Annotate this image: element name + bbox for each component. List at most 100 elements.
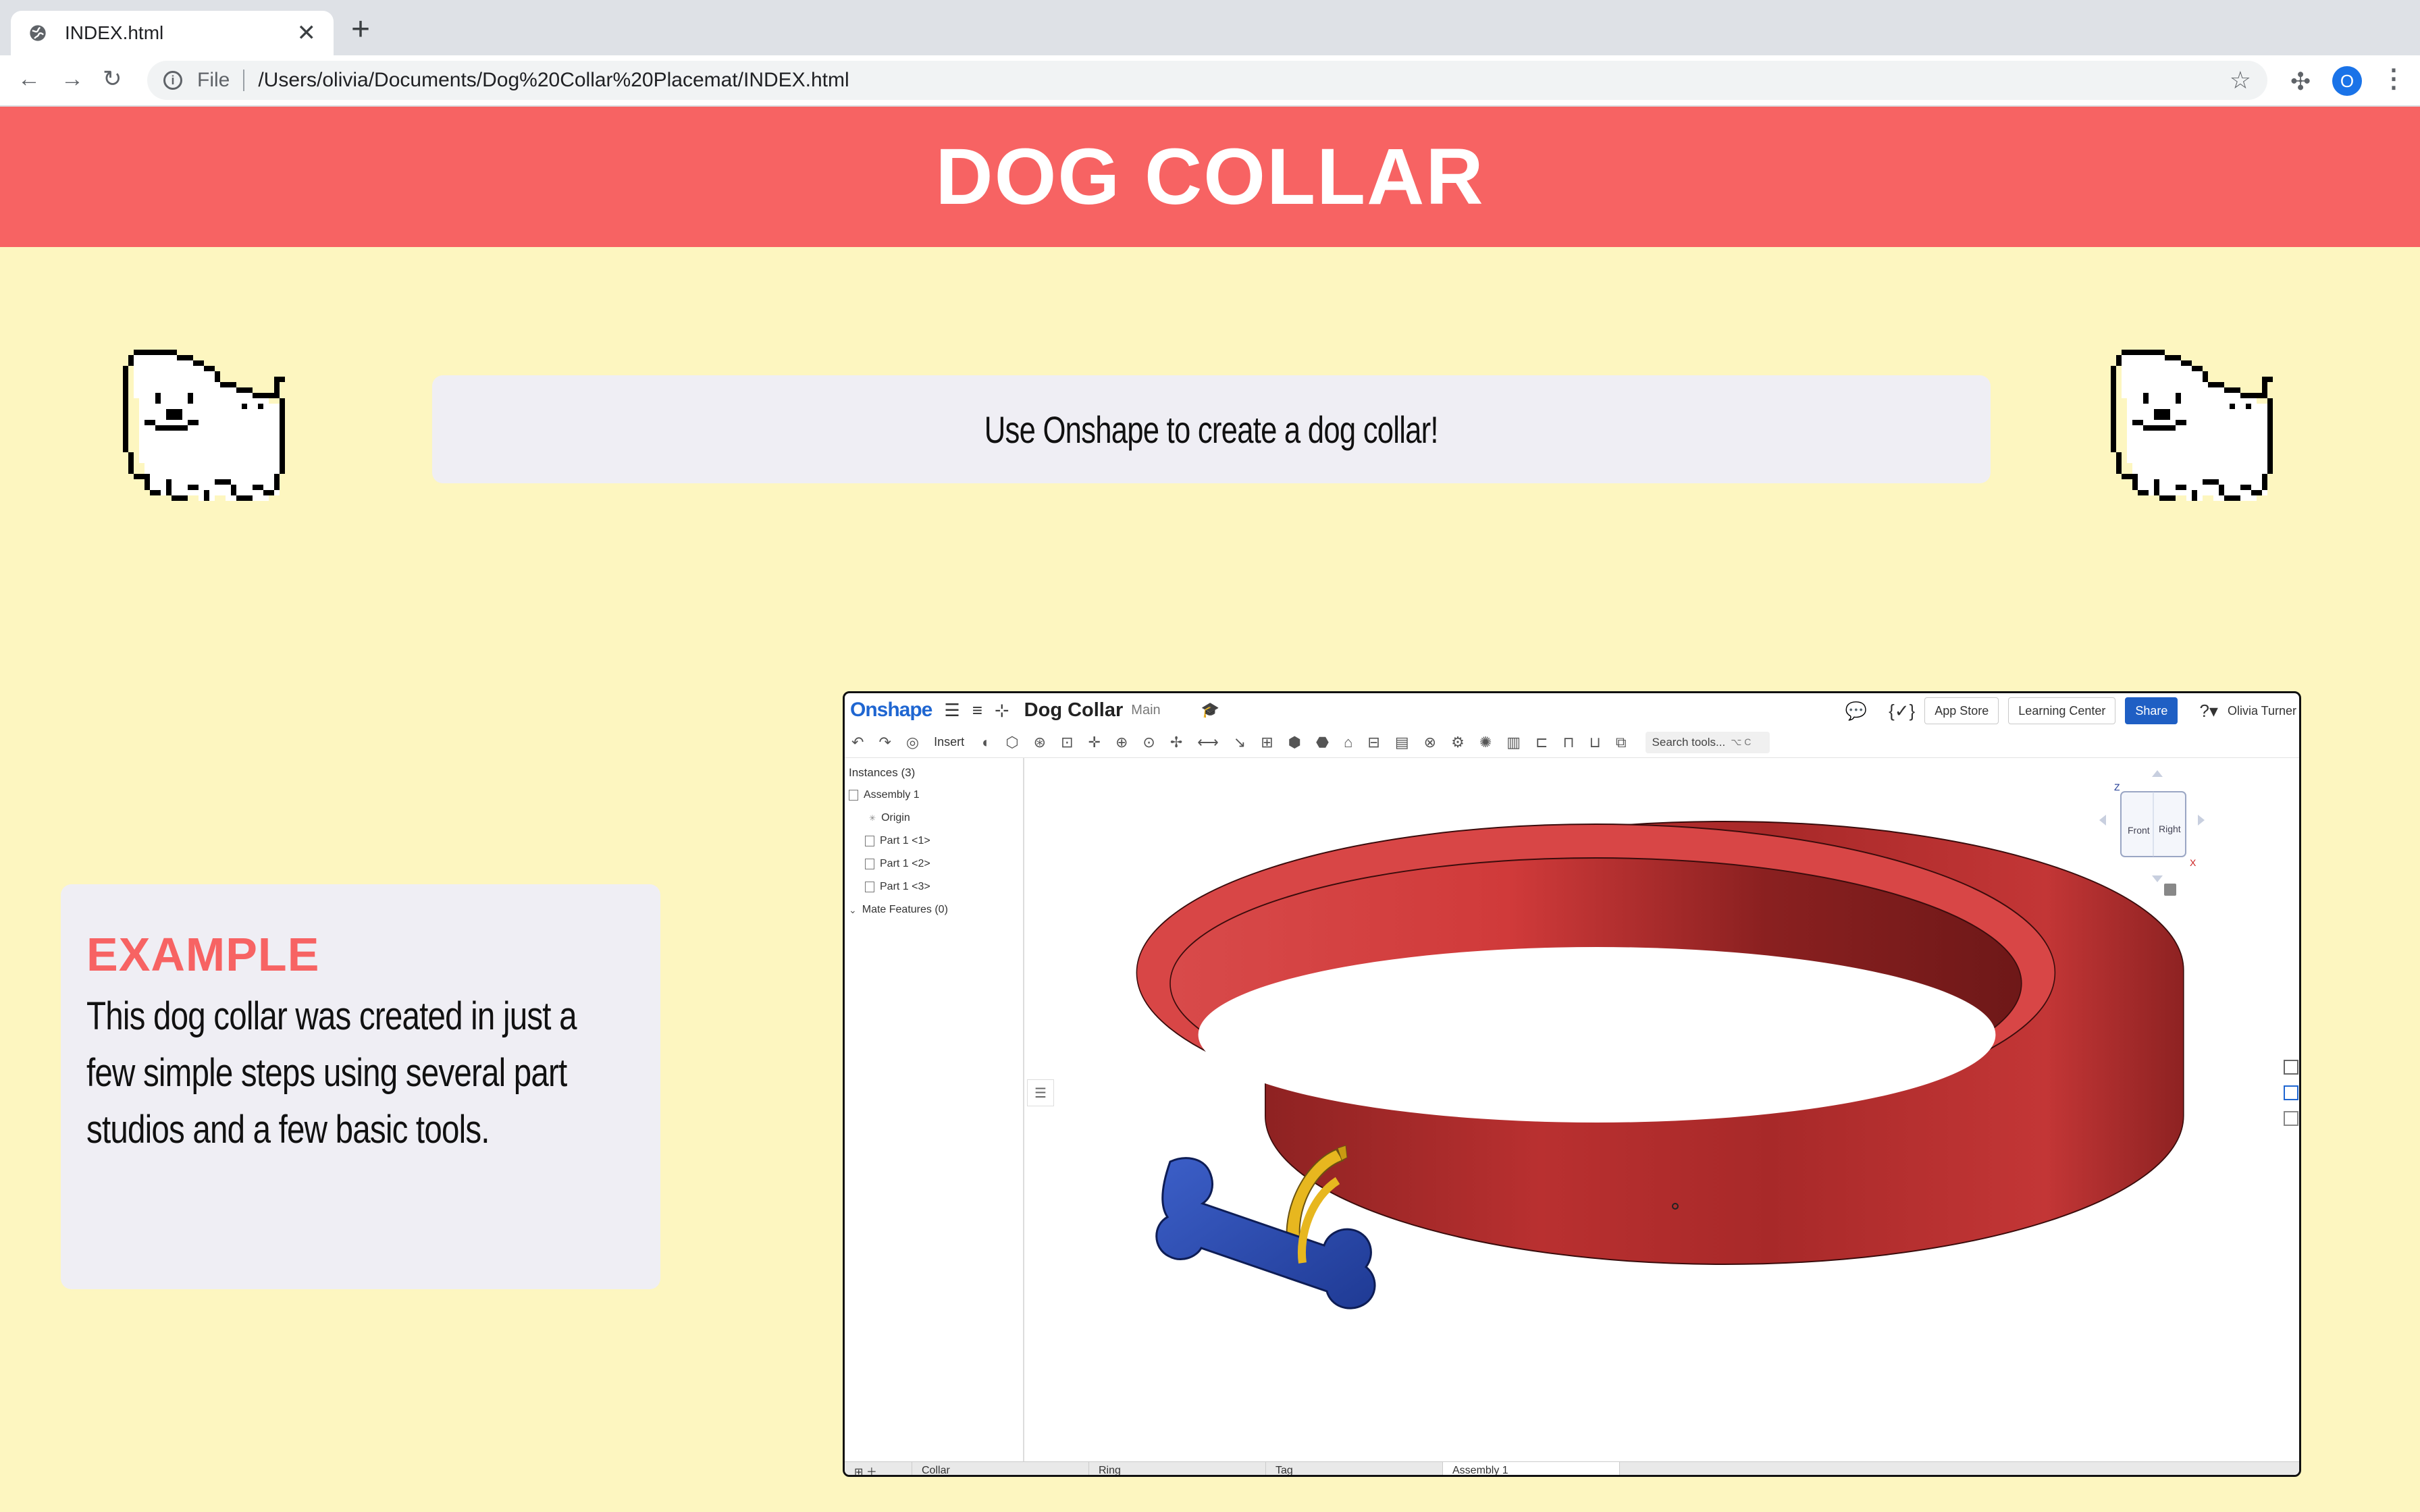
pixel-dog-icon — [2111, 350, 2273, 501]
comment-icon: 💬 — [1845, 700, 1868, 721]
tool-icon: ⊡ — [1061, 733, 1074, 751]
view-tool-icon — [2284, 1085, 2298, 1100]
example-card: EXAMPLE This dog collar was created in j… — [61, 884, 660, 1289]
3d-viewport: Front Right Z X — [1136, 770, 2298, 1310]
tree-item-assembly: Assembly 1 — [849, 789, 920, 801]
intro-text: Use Onshape to create a dog collar! — [984, 408, 1439, 451]
tree-item-origin: ✳ Origin — [869, 812, 910, 824]
bookmark-star-icon[interactable]: ☆ — [2230, 66, 2251, 94]
redo-icon: ↷ — [878, 733, 891, 751]
viewcube-right: Right — [2159, 824, 2181, 834]
tree-item-part: Part 1 <3> — [865, 881, 930, 893]
pixel-dog-icon — [123, 350, 285, 501]
tool-icon: ⊕ — [1115, 733, 1128, 751]
url-scheme: File — [197, 69, 230, 91]
tool-icon: ⟷ — [1197, 733, 1219, 751]
learning-center-button: Learning Center — [2008, 697, 2116, 724]
tab-bar-controls: ⊞ ＋ — [845, 1461, 912, 1475]
tree-item-mates: ⌄ Mate Features (0) — [849, 904, 948, 916]
tool-icon: ⊏ — [1535, 733, 1548, 751]
tool-icon: ⬢ — [1288, 733, 1301, 751]
tool-icon: ⬣ — [1315, 733, 1330, 751]
browser-tab[interactable]: INDEX.html ✕ — [11, 11, 334, 55]
tool-icon: ✛ — [1088, 733, 1101, 751]
extensions-icon[interactable]: ✣ — [2290, 68, 2311, 96]
chevron-down-icon: ⌄ — [849, 904, 857, 915]
tool-icon: ⊞ — [1261, 733, 1273, 751]
tab-collar: Collar — [912, 1461, 1089, 1475]
search-shortcut: ⌥ C — [1731, 736, 1752, 747]
part-icon — [865, 882, 874, 892]
tree-icon: ⊹ — [994, 699, 1009, 720]
menu-icon[interactable]: ⋮ — [2381, 63, 2406, 94]
page-title: DOG COLLAR — [935, 132, 1485, 221]
address-bar[interactable]: i File /Users/olivia/Documents/Dog%20Col… — [147, 61, 2267, 100]
tree-item-label: Origin — [881, 812, 910, 824]
browser-toolbar: ← → ↻ i File /Users/olivia/Documents/Dog… — [0, 55, 2420, 107]
part-icon — [865, 859, 874, 869]
tab-ring: Ring — [1089, 1461, 1266, 1475]
reload-icon[interactable]: ↻ — [103, 68, 122, 90]
tab-title: INDEX.html — [65, 22, 164, 43]
tool-icon: ✢ — [1169, 733, 1183, 751]
tool-icon: ⊙ — [1142, 733, 1155, 751]
tree-item-label: Part 1 <3> — [880, 881, 930, 892]
onshape-header: Onshape ☰ ≡ ⊹ Dog Collar Main 🎓 💬 {✓} Ap… — [845, 693, 2299, 727]
url-divider — [243, 70, 245, 91]
axis-z-label: Z — [2114, 782, 2120, 792]
tool-icon: ⊛ — [1033, 733, 1047, 751]
new-tab-button[interactable]: + — [351, 14, 370, 46]
tree-item-label: Mate Features (0) — [862, 904, 948, 915]
tool-icon: ▤ — [1394, 733, 1409, 751]
branch-label: Main — [1131, 702, 1161, 718]
app-store-button: App Store — [1924, 697, 1999, 724]
tool-icon: ▥ — [1506, 733, 1521, 751]
example-text: This dog collar was created in just a fe… — [86, 994, 577, 1152]
tree-item-part: Part 1 <1> — [865, 835, 930, 847]
url-text[interactable]: /Users/olivia/Documents/Dog%20Collar%20P… — [258, 69, 2229, 92]
graduation-cap-icon: 🎓 — [1201, 701, 1220, 718]
close-icon[interactable]: ✕ — [297, 22, 317, 45]
tool-icon: ⊓ — [1562, 733, 1575, 751]
tool-icon: ⌂ — [1344, 733, 1353, 751]
tool-icon: ⧉ — [1615, 733, 1627, 751]
insert-icon: ◎ — [905, 733, 920, 751]
view-cube: Front Right Z X — [2099, 770, 2205, 896]
tab-assembly: Assembly 1 — [1443, 1461, 1620, 1475]
tool-icon: ⊗ — [1423, 733, 1437, 751]
tool-icon: ⊟ — [1367, 733, 1380, 751]
help-icon: ?▾ — [2199, 700, 2218, 721]
search-tools-field: Search tools... ⌥ C — [1645, 731, 1770, 753]
tree-item-label: Part 1 <2> — [880, 858, 930, 869]
onshape-toolbar: ↶ ↷ ◎ Insert ◐ ⬡ ⊛ ⊡ ✛ ⊕ ⊙ ✢ ⟷ ↘ ⊞ ⬢ ⬣ ⌂… — [845, 727, 2299, 758]
tree-item-label: Assembly 1 — [864, 789, 920, 801]
browser-tab-strip: INDEX.html ✕ + — [0, 0, 2420, 55]
back-icon[interactable]: ← — [18, 68, 41, 90]
document-title: Dog Collar — [1024, 699, 1124, 721]
user-name: Olivia Turner — [2227, 703, 2296, 718]
globe-icon — [30, 25, 46, 41]
onshape-tab-bar: ⊞ ＋ Collar Ring Tag Assembly 1 — [845, 1461, 2299, 1475]
view-tool-icon — [2284, 1060, 2298, 1075]
feature-list-icon: ≡ — [972, 699, 982, 720]
origin-icon: ✳ — [869, 813, 876, 823]
tool-icon: ◐ — [982, 733, 991, 751]
undo-icon: ↶ — [851, 733, 864, 751]
onshape-screenshot: Onshape ☰ ≡ ⊹ Dog Collar Main 🎓 💬 {✓} Ap… — [843, 691, 2301, 1477]
featurescript-icon: {✓} — [1889, 700, 1916, 721]
forward-icon[interactable]: → — [61, 68, 84, 90]
hamburger-menu-icon: ☰ — [944, 699, 960, 720]
title-banner: DOG COLLAR — [0, 107, 2420, 247]
axis-x-label: X — [2190, 857, 2197, 868]
instances-header: Instances (3) — [849, 766, 916, 779]
tab-tag: Tag — [1266, 1461, 1443, 1475]
share-button: Share — [2125, 697, 2178, 724]
profile-avatar[interactable]: O — [2332, 66, 2362, 96]
search-tools-placeholder: Search tools... — [1652, 735, 1726, 749]
insert-button: Insert — [934, 735, 965, 749]
tree-item-part: Part 1 <2> — [865, 858, 930, 870]
info-icon[interactable]: i — [163, 71, 182, 90]
tree-item-label: Part 1 <1> — [880, 835, 930, 846]
onshape-logo: Onshape — [850, 699, 932, 721]
assembly-icon — [849, 790, 858, 801]
